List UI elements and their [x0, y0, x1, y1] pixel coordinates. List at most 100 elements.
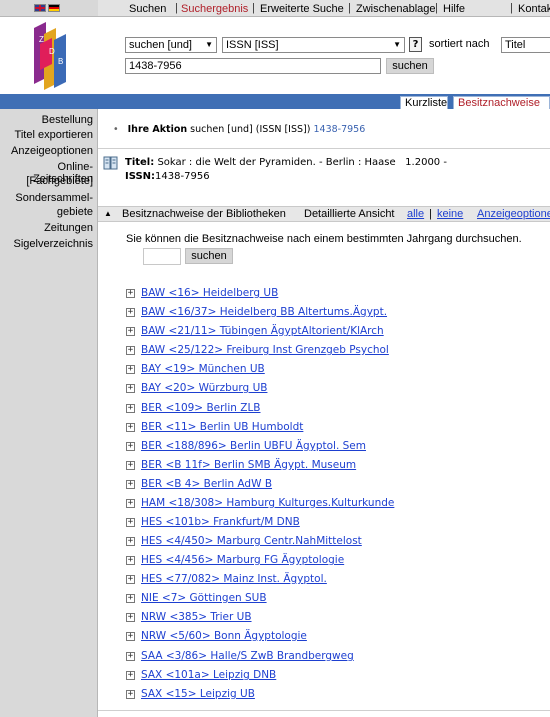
library-link[interactable]: HES <101b> Frankfurt/M DNB — [141, 516, 300, 528]
expand-plus-icon[interactable]: + — [126, 594, 135, 603]
sidebar-item-sondersammelgebiete[interactable]: Sondersammel- — [15, 192, 93, 204]
search-mode-select[interactable]: suchen [und] ▼ — [125, 37, 217, 53]
expand-plus-icon[interactable]: + — [126, 327, 135, 336]
expand-plus-icon[interactable]: + — [126, 308, 135, 317]
action-value: 1438-7956 — [313, 124, 366, 135]
divider — [98, 710, 550, 711]
collapse-all-link[interactable]: keine — [437, 208, 463, 220]
sidebar-item-sondersammelgebiete-2[interactable]: gebiete — [57, 206, 93, 218]
sidebar: Bestellung Titel exportieren Anzeigeopti… — [0, 109, 98, 717]
expand-plus-icon[interactable]: + — [126, 289, 135, 298]
year-search-button[interactable]: suchen — [185, 248, 233, 264]
language-bar — [0, 0, 98, 17]
journal-icon — [103, 156, 118, 170]
search-input[interactable]: 1438-7956 — [125, 58, 381, 74]
expand-plus-icon[interactable]: + — [126, 690, 135, 699]
sidebar-item-zeitungen[interactable]: Zeitungen — [44, 222, 93, 234]
sort-value: Titel — [505, 39, 526, 51]
library-link[interactable]: BAY <20> Würzburg UB — [141, 382, 267, 394]
link-separator: | — [429, 208, 432, 220]
holdings-header-bar: ▲ Besitznachweise der Bibliotheken Detai… — [98, 206, 550, 222]
german-flag-icon[interactable] — [48, 4, 60, 12]
issn-value: 1438-7956 — [155, 171, 210, 182]
library-link[interactable]: BAW <16> Heidelberg UB — [141, 287, 278, 299]
expand-plus-icon[interactable]: + — [126, 461, 135, 470]
expand-plus-icon[interactable]: + — [126, 518, 135, 527]
tab-besitznachweise[interactable]: Besitznachweise — [453, 96, 550, 109]
expand-plus-icon[interactable]: + — [126, 632, 135, 641]
sort-select[interactable]: Titel — [501, 37, 550, 53]
expand-plus-icon[interactable]: + — [126, 423, 135, 432]
holdings-heading: Besitznachweise der Bibliotheken — [122, 208, 286, 220]
title-label: Titel: — [125, 157, 155, 168]
library-link[interactable]: BAW <25/122> Freiburg Inst Grenzgeb Psyc… — [141, 344, 389, 356]
current-action: • Ihre Aktion suchen [und] (ISSN [ISS]) … — [113, 124, 365, 135]
expand-all-link[interactable]: alle — [407, 208, 424, 220]
library-link[interactable]: HES <4/456> Marburg FG Ägyptologie — [141, 554, 344, 566]
expand-plus-icon[interactable]: + — [126, 442, 135, 451]
help-button[interactable]: ? — [409, 37, 422, 52]
library-link[interactable]: NRW <5/60> Bonn Ägyptologie — [141, 630, 307, 642]
menu-item-zwischenablage[interactable]: Zwischenablage — [356, 3, 436, 15]
menu-separator: | — [252, 2, 255, 14]
collapse-triangle-icon[interactable]: ▲ — [104, 209, 112, 218]
library-link[interactable]: BAY <19> München UB — [141, 363, 265, 375]
detail-view-label: Detaillierte Ansicht — [304, 208, 395, 220]
library-link[interactable]: NIE <7> Göttingen SUB — [141, 592, 267, 604]
expand-plus-icon[interactable]: + — [126, 499, 135, 508]
library-link[interactable]: SAA <3/86> Halle/S ZwB Brandbergweg — [141, 650, 354, 662]
library-link[interactable]: BER <B 4> Berlin AdW B — [141, 478, 272, 490]
search-form: suchen [und] ▼ ISSN [ISS] ▼ ? sortiert n… — [98, 18, 550, 94]
display-options-link[interactable]: Anzeigeoptionen — [477, 208, 550, 220]
year-input[interactable] — [143, 248, 181, 265]
expand-plus-icon[interactable]: + — [126, 404, 135, 413]
menu-separator: | — [348, 2, 351, 14]
menu-item-suchen[interactable]: Suchen — [129, 3, 166, 15]
library-link[interactable]: BER <188/896> Berlin UBFU Ägyptol. Sem — [141, 440, 366, 452]
menu-item-suchergebnis[interactable]: Suchergebnis — [181, 3, 248, 15]
top-menu: Suchen | Suchergebnis | Erweiterte Suche… — [98, 0, 550, 17]
menu-item-kontakt[interactable]: Kontakt — [518, 3, 550, 15]
expand-plus-icon[interactable]: + — [126, 652, 135, 661]
search-field-select[interactable]: ISSN [ISS] ▼ — [222, 37, 405, 53]
expand-plus-icon[interactable]: + — [126, 613, 135, 622]
library-link[interactable]: HES <77/082> Mainz Inst. Ägyptol. — [141, 573, 327, 585]
expand-plus-icon[interactable]: + — [126, 365, 135, 374]
search-mode-value: suchen [und] — [129, 39, 192, 51]
library-link[interactable]: BER <109> Berlin ZLB — [141, 402, 261, 414]
divider — [98, 148, 550, 149]
library-link[interactable]: BER <B 11f> Berlin SMB Ägypt. Museum — [141, 459, 356, 471]
sidebar-item-fachgebiete[interactable]: [Fachgebiete] — [26, 175, 93, 187]
expand-plus-icon[interactable]: + — [126, 575, 135, 584]
english-flag-icon[interactable] — [34, 4, 46, 12]
action-label: Ihre Aktion — [127, 124, 188, 135]
expand-plus-icon[interactable]: + — [126, 671, 135, 680]
sidebar-item-titel-exportieren[interactable]: Titel exportieren — [15, 129, 93, 141]
menu-item-erweiterte-suche[interactable]: Erweiterte Suche — [260, 3, 344, 15]
expand-plus-icon[interactable]: + — [126, 384, 135, 393]
year-search-hint: Sie können die Besitznachweise nach eine… — [126, 233, 522, 245]
search-button[interactable]: suchen — [386, 58, 434, 74]
sidebar-item-anzeigeoptionen[interactable]: Anzeigeoptionen — [11, 145, 93, 157]
tab-kurzliste[interactable]: Kurzliste — [400, 96, 448, 109]
menu-item-hilfe[interactable]: Hilfe — [443, 3, 465, 15]
chevron-down-icon: ▼ — [393, 40, 401, 49]
library-link[interactable]: NRW <385> Trier UB — [141, 611, 252, 623]
library-link[interactable]: BAW <16/37> Heidelberg BB Altertums.Ägyp… — [141, 306, 387, 318]
zdb-logo-icon[interactable]: Z D B — [30, 20, 74, 90]
expand-plus-icon[interactable]: + — [126, 537, 135, 546]
library-link[interactable]: BER <11> Berlin UB Humboldt — [141, 421, 303, 433]
library-link[interactable]: HES <4/450> Marburg Centr.NahMittelost — [141, 535, 362, 547]
library-link[interactable]: SAX <101a> Leipzig DNB — [141, 669, 276, 681]
library-link[interactable]: HAM <18/308> Hamburg Kulturges.Kulturkun… — [141, 497, 394, 509]
expand-plus-icon[interactable]: + — [126, 556, 135, 565]
expand-plus-icon[interactable]: + — [126, 346, 135, 355]
title-text: Sokar : die Welt der Pyramiden. - Berlin… — [157, 157, 447, 168]
menu-separator: | — [510, 2, 513, 14]
menu-separator: | — [435, 2, 438, 14]
sidebar-item-sigelverzeichnis[interactable]: Sigelverzeichnis — [14, 238, 93, 250]
library-link[interactable]: SAX <15> Leipzig UB — [141, 688, 255, 700]
library-link[interactable]: BAW <21/11> Tübingen ÄgyptAltorient/KlAr… — [141, 325, 384, 337]
expand-plus-icon[interactable]: + — [126, 480, 135, 489]
sidebar-item-bestellung[interactable]: Bestellung — [42, 114, 93, 126]
